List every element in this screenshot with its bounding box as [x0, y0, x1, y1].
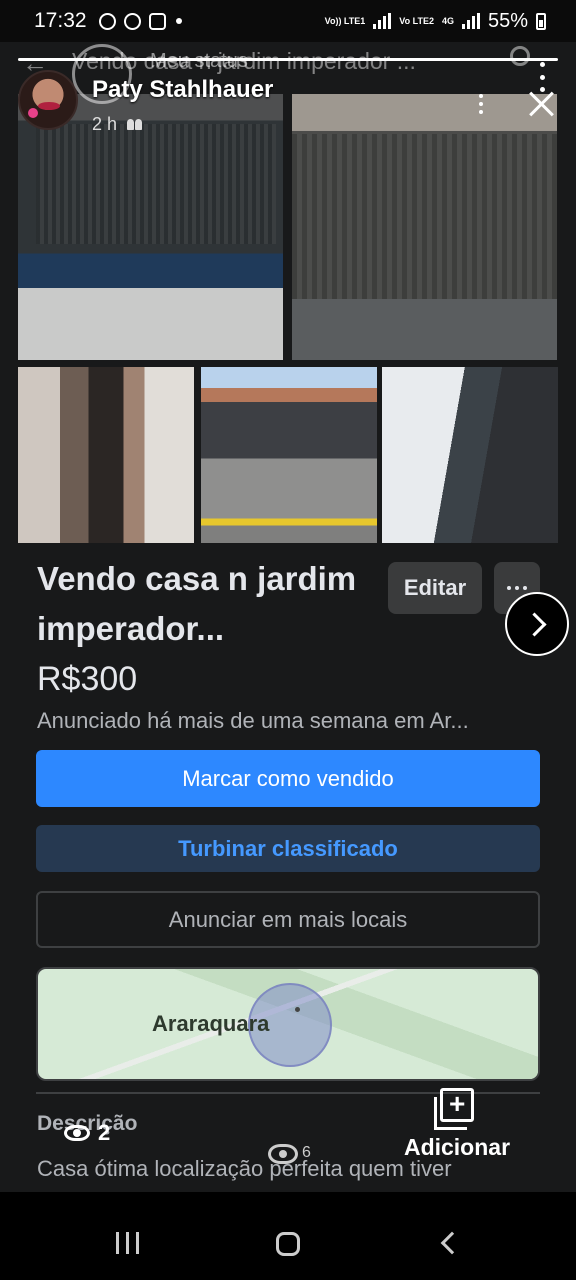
add-story-button[interactable]: Adicionar [402, 1088, 512, 1161]
network-type-label: 4G [441, 15, 454, 26]
listing-photo-2[interactable] [292, 94, 557, 360]
battery-icon [536, 12, 546, 30]
list-more-places-button[interactable]: Anunciar em mais locais [36, 891, 540, 948]
nav-bar [0, 1192, 576, 1280]
story-viewer[interactable]: ← Vendo casa n jardim imperador ... Meu … [0, 42, 576, 1192]
mark-sold-button[interactable]: Marcar como vendido [36, 750, 540, 807]
network2-label: Vo LTE2 [399, 15, 434, 26]
eye-icon [64, 1125, 90, 1141]
map-pin-icon [295, 1007, 300, 1012]
meu-status-label: Meu status [150, 50, 248, 72]
edit-button[interactable]: Editar [388, 562, 482, 614]
listing-photo-1[interactable] [18, 94, 283, 360]
viewer-count-small: 6 [302, 1144, 311, 1161]
people-icon [127, 119, 143, 130]
listing-photo-3[interactable] [18, 367, 194, 543]
listing-photo-4[interactable] [201, 367, 377, 543]
listing-photo-5[interactable] [382, 367, 558, 543]
time-ago: 2 h [92, 114, 118, 134]
media-icon [148, 12, 166, 30]
more-options-icon[interactable] [536, 62, 548, 92]
home-icon[interactable] [276, 1232, 300, 1256]
network1-label: Vo)) LTE1 [324, 15, 366, 26]
viewer-count: 2 [98, 1120, 111, 1145]
location-map[interactable]: Araraquara [36, 967, 540, 1081]
close-button[interactable] [528, 90, 556, 118]
user-name[interactable]: Paty Stahlhauer [92, 76, 273, 104]
boost-listing-button[interactable]: Turbinar classificado [36, 825, 540, 872]
add-stack-icon [434, 1088, 474, 1130]
listing-date-location: Anunciado há mais de uma semana em Ar... [37, 708, 469, 733]
listing-title: Vendo casa n jardim imperador... [37, 560, 357, 647]
next-story-button[interactable] [505, 592, 569, 656]
listing-price: R$300 [37, 660, 138, 698]
status-right: Vo)) LTE1 Vo LTE2 4G 55% [325, 10, 546, 33]
eye-icon-small [268, 1144, 298, 1164]
story-viewers[interactable]: 2 [64, 1120, 110, 1146]
recent-apps-icon[interactable] [116, 1232, 139, 1254]
status-bar: 17:32 Vo)) LTE1 Vo LTE2 4G 55% [0, 0, 576, 42]
notification-dot-icon [175, 18, 182, 24]
story-meta: 2 h [92, 114, 143, 135]
photo-more-icon [479, 94, 485, 114]
chrome-icon [98, 12, 116, 30]
map-city-label: Araraquara [152, 1011, 270, 1036]
add-label: Adicionar [403, 1134, 511, 1160]
chrome-icon-2 [123, 12, 141, 30]
battery-percent: 55% [487, 9, 528, 32]
back-icon[interactable] [440, 1231, 464, 1255]
avatar[interactable] [18, 70, 78, 130]
signal-icon-2 [461, 13, 480, 29]
search-icon [510, 46, 530, 66]
signal-icon [373, 13, 392, 29]
ghost-viewers: 6 [268, 1144, 311, 1164]
status-time: 17:32 [34, 9, 87, 32]
